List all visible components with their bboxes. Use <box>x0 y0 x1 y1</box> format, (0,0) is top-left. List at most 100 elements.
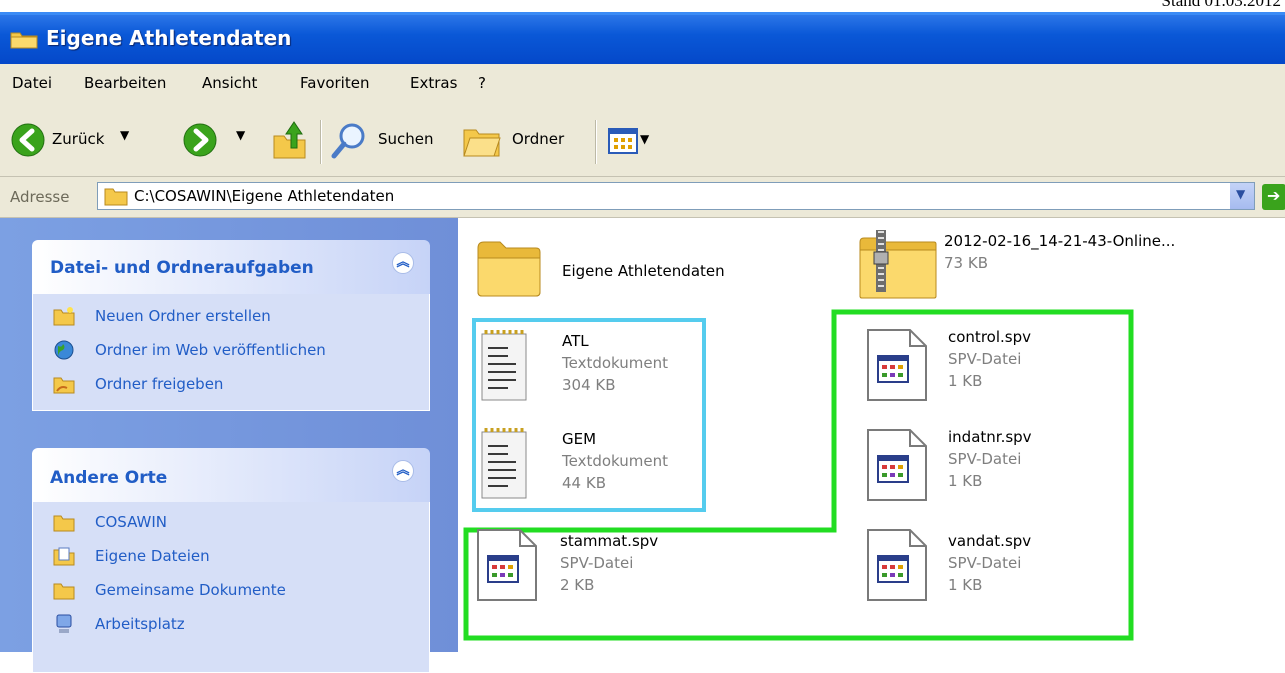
forward-dropdown-icon[interactable]: ▼ <box>236 128 245 142</box>
task-pane: Datei- und Ordneraufgaben ︽ Neuen Ordner… <box>0 218 458 673</box>
place-label: Gemeinsame Dokumente <box>95 581 286 599</box>
zip-folder-icon <box>859 230 937 299</box>
task-label: Ordner im Web veröffentlichen <box>95 341 326 359</box>
collapse-icon[interactable]: ︽ <box>392 460 414 482</box>
panel-body: Neuen Ordner erstellen Ordner im Web ver… <box>32 294 430 411</box>
spv-file-icon <box>867 429 927 501</box>
folder-icon <box>10 32 38 49</box>
menu-extras[interactable]: Extras <box>410 74 457 92</box>
back-dropdown-icon[interactable]: ▼ <box>120 128 129 142</box>
spv-file-icon <box>867 329 927 401</box>
text-document-icon <box>481 428 527 499</box>
place-label: COSAWIN <box>95 513 167 531</box>
toolbar: Zurück ▼ ▼ Suchen Ordner ▼ <box>0 108 1285 177</box>
file-name: indatnr.spv <box>948 428 1032 446</box>
folders-button[interactable]: Ordner <box>462 120 582 160</box>
address-label: Adresse <box>10 188 70 206</box>
views-button[interactable]: ▼ <box>608 128 668 158</box>
file-size: 304 KB <box>562 376 616 394</box>
file-name: Eigene Athletendaten <box>562 262 725 280</box>
chevron-down-icon: ▼ <box>1236 187 1246 201</box>
file-item-control-spv[interactable]: control.spv SPV-Datei 1 KB <box>864 328 1124 408</box>
computer-icon <box>56 614 72 633</box>
file-item-folder[interactable]: Eigene Athletendaten <box>474 236 794 306</box>
file-item-zip[interactable]: 2012-02-16_14-21-43-Online... 73 KB <box>858 228 1278 302</box>
globe-icon <box>54 340 74 360</box>
file-name: vandat.spv <box>948 532 1032 550</box>
text-document-icon <box>481 330 527 401</box>
share-folder-icon <box>53 377 75 394</box>
views-icon <box>608 128 638 154</box>
file-name: stammat.spv <box>560 532 659 550</box>
back-label: Zurück <box>52 130 105 148</box>
panel-title: Andere Orte <box>50 468 168 488</box>
new-folder-icon <box>53 307 75 326</box>
go-button[interactable]: ➔ <box>1262 184 1285 210</box>
file-name: GEM <box>562 430 597 448</box>
file-folder-tasks-panel: Datei- und Ordneraufgaben ︽ Neuen Ordner… <box>32 240 430 411</box>
panel-title: Datei- und Ordneraufgaben <box>50 258 314 278</box>
file-size: 1 KB <box>948 472 983 490</box>
file-type: SPV-Datei <box>948 450 1022 468</box>
file-type: SPV-Datei <box>948 350 1022 368</box>
file-view: Eigene Athletendaten 2012-02-16_14-21-43… <box>458 218 1285 652</box>
menu-bar: Datei Bearbeiten Ansicht Favoriten Extra… <box>0 64 1285 109</box>
stand-date-caption: Stand 01.03.2012 <box>1161 0 1281 10</box>
toolbar-separator <box>320 120 322 164</box>
folders-icon <box>463 129 501 157</box>
place-label: Eigene Dateien <box>95 547 210 565</box>
other-places-panel: Andere Orte ︽ COSAWIN Eigene Dateien Gem… <box>32 448 430 673</box>
spv-file-icon <box>867 529 927 601</box>
menu-datei[interactable]: Datei <box>12 74 52 92</box>
collapse-icon[interactable]: ︽ <box>392 252 414 274</box>
toolbar-separator <box>595 120 597 164</box>
file-item-indatnr-spv[interactable]: indatnr.spv SPV-Datei 1 KB <box>864 428 1124 508</box>
file-size: 2 KB <box>560 576 595 594</box>
menu-help[interactable]: ? <box>478 74 486 92</box>
go-arrow-icon: ➔ <box>1267 186 1281 205</box>
file-type: Textdokument <box>562 354 668 372</box>
file-size: 1 KB <box>948 372 983 390</box>
task-label: Neuen Ordner erstellen <box>95 307 271 325</box>
place-label: Arbeitsplatz <box>95 615 185 633</box>
folder-icon <box>104 188 128 206</box>
file-type: Textdokument <box>562 452 668 470</box>
address-field[interactable]: C:\COSAWIN\Eigene Athletendaten ▼ <box>97 182 1255 210</box>
address-path: C:\COSAWIN\Eigene Athletendaten <box>134 187 395 205</box>
search-icon <box>331 123 365 159</box>
address-dropdown-button[interactable]: ▼ <box>1229 183 1254 209</box>
folders-label: Ordner <box>512 130 565 148</box>
file-name: ATL <box>562 332 589 350</box>
folder-icon <box>53 583 75 600</box>
panel-header[interactable]: Andere Orte ︽ <box>32 448 430 502</box>
menu-bearbeiten[interactable]: Bearbeiten <box>84 74 166 92</box>
file-item-gem[interactable]: GEM Textdokument 44 KB <box>478 426 698 506</box>
panel-body: COSAWIN Eigene Dateien Gemeinsame Dokume… <box>32 502 430 673</box>
search-button[interactable]: Suchen <box>330 120 455 160</box>
file-name: 2012-02-16_14-21-43-Online... <box>944 232 1176 250</box>
file-item-stammat-spv[interactable]: stammat.spv SPV-Datei 2 KB <box>474 528 734 608</box>
file-size: 44 KB <box>562 474 606 492</box>
file-type: SPV-Datei <box>948 554 1022 572</box>
folder-icon <box>53 515 75 532</box>
file-item-vandat-spv[interactable]: vandat.spv SPV-Datei 1 KB <box>864 528 1124 608</box>
menu-favoriten[interactable]: Favoriten <box>300 74 369 92</box>
folder-up-icon[interactable] <box>270 118 310 162</box>
back-arrow-icon <box>11 123 45 157</box>
window-title-bar[interactable]: Eigene Athletendaten <box>0 12 1285 64</box>
address-bar: Adresse C:\COSAWIN\Eigene Athletendaten … <box>0 177 1285 218</box>
file-type: SPV-Datei <box>560 554 634 572</box>
panel-header[interactable]: Datei- und Ordneraufgaben ︽ <box>32 240 430 294</box>
my-documents-icon <box>53 547 75 566</box>
file-size: 1 KB <box>948 576 983 594</box>
folder-icon <box>477 241 541 297</box>
forward-button[interactable]: ▼ <box>180 120 250 160</box>
file-item-atl[interactable]: ATL Textdokument 304 KB <box>478 328 698 408</box>
back-button[interactable]: Zurück ▼ <box>8 120 158 160</box>
spv-file-icon <box>477 529 537 601</box>
search-label: Suchen <box>378 130 434 148</box>
file-name: control.spv <box>948 328 1031 346</box>
menu-ansicht[interactable]: Ansicht <box>202 74 257 92</box>
views-dropdown-icon: ▼ <box>640 132 650 146</box>
task-label: Ordner freigeben <box>95 375 224 393</box>
